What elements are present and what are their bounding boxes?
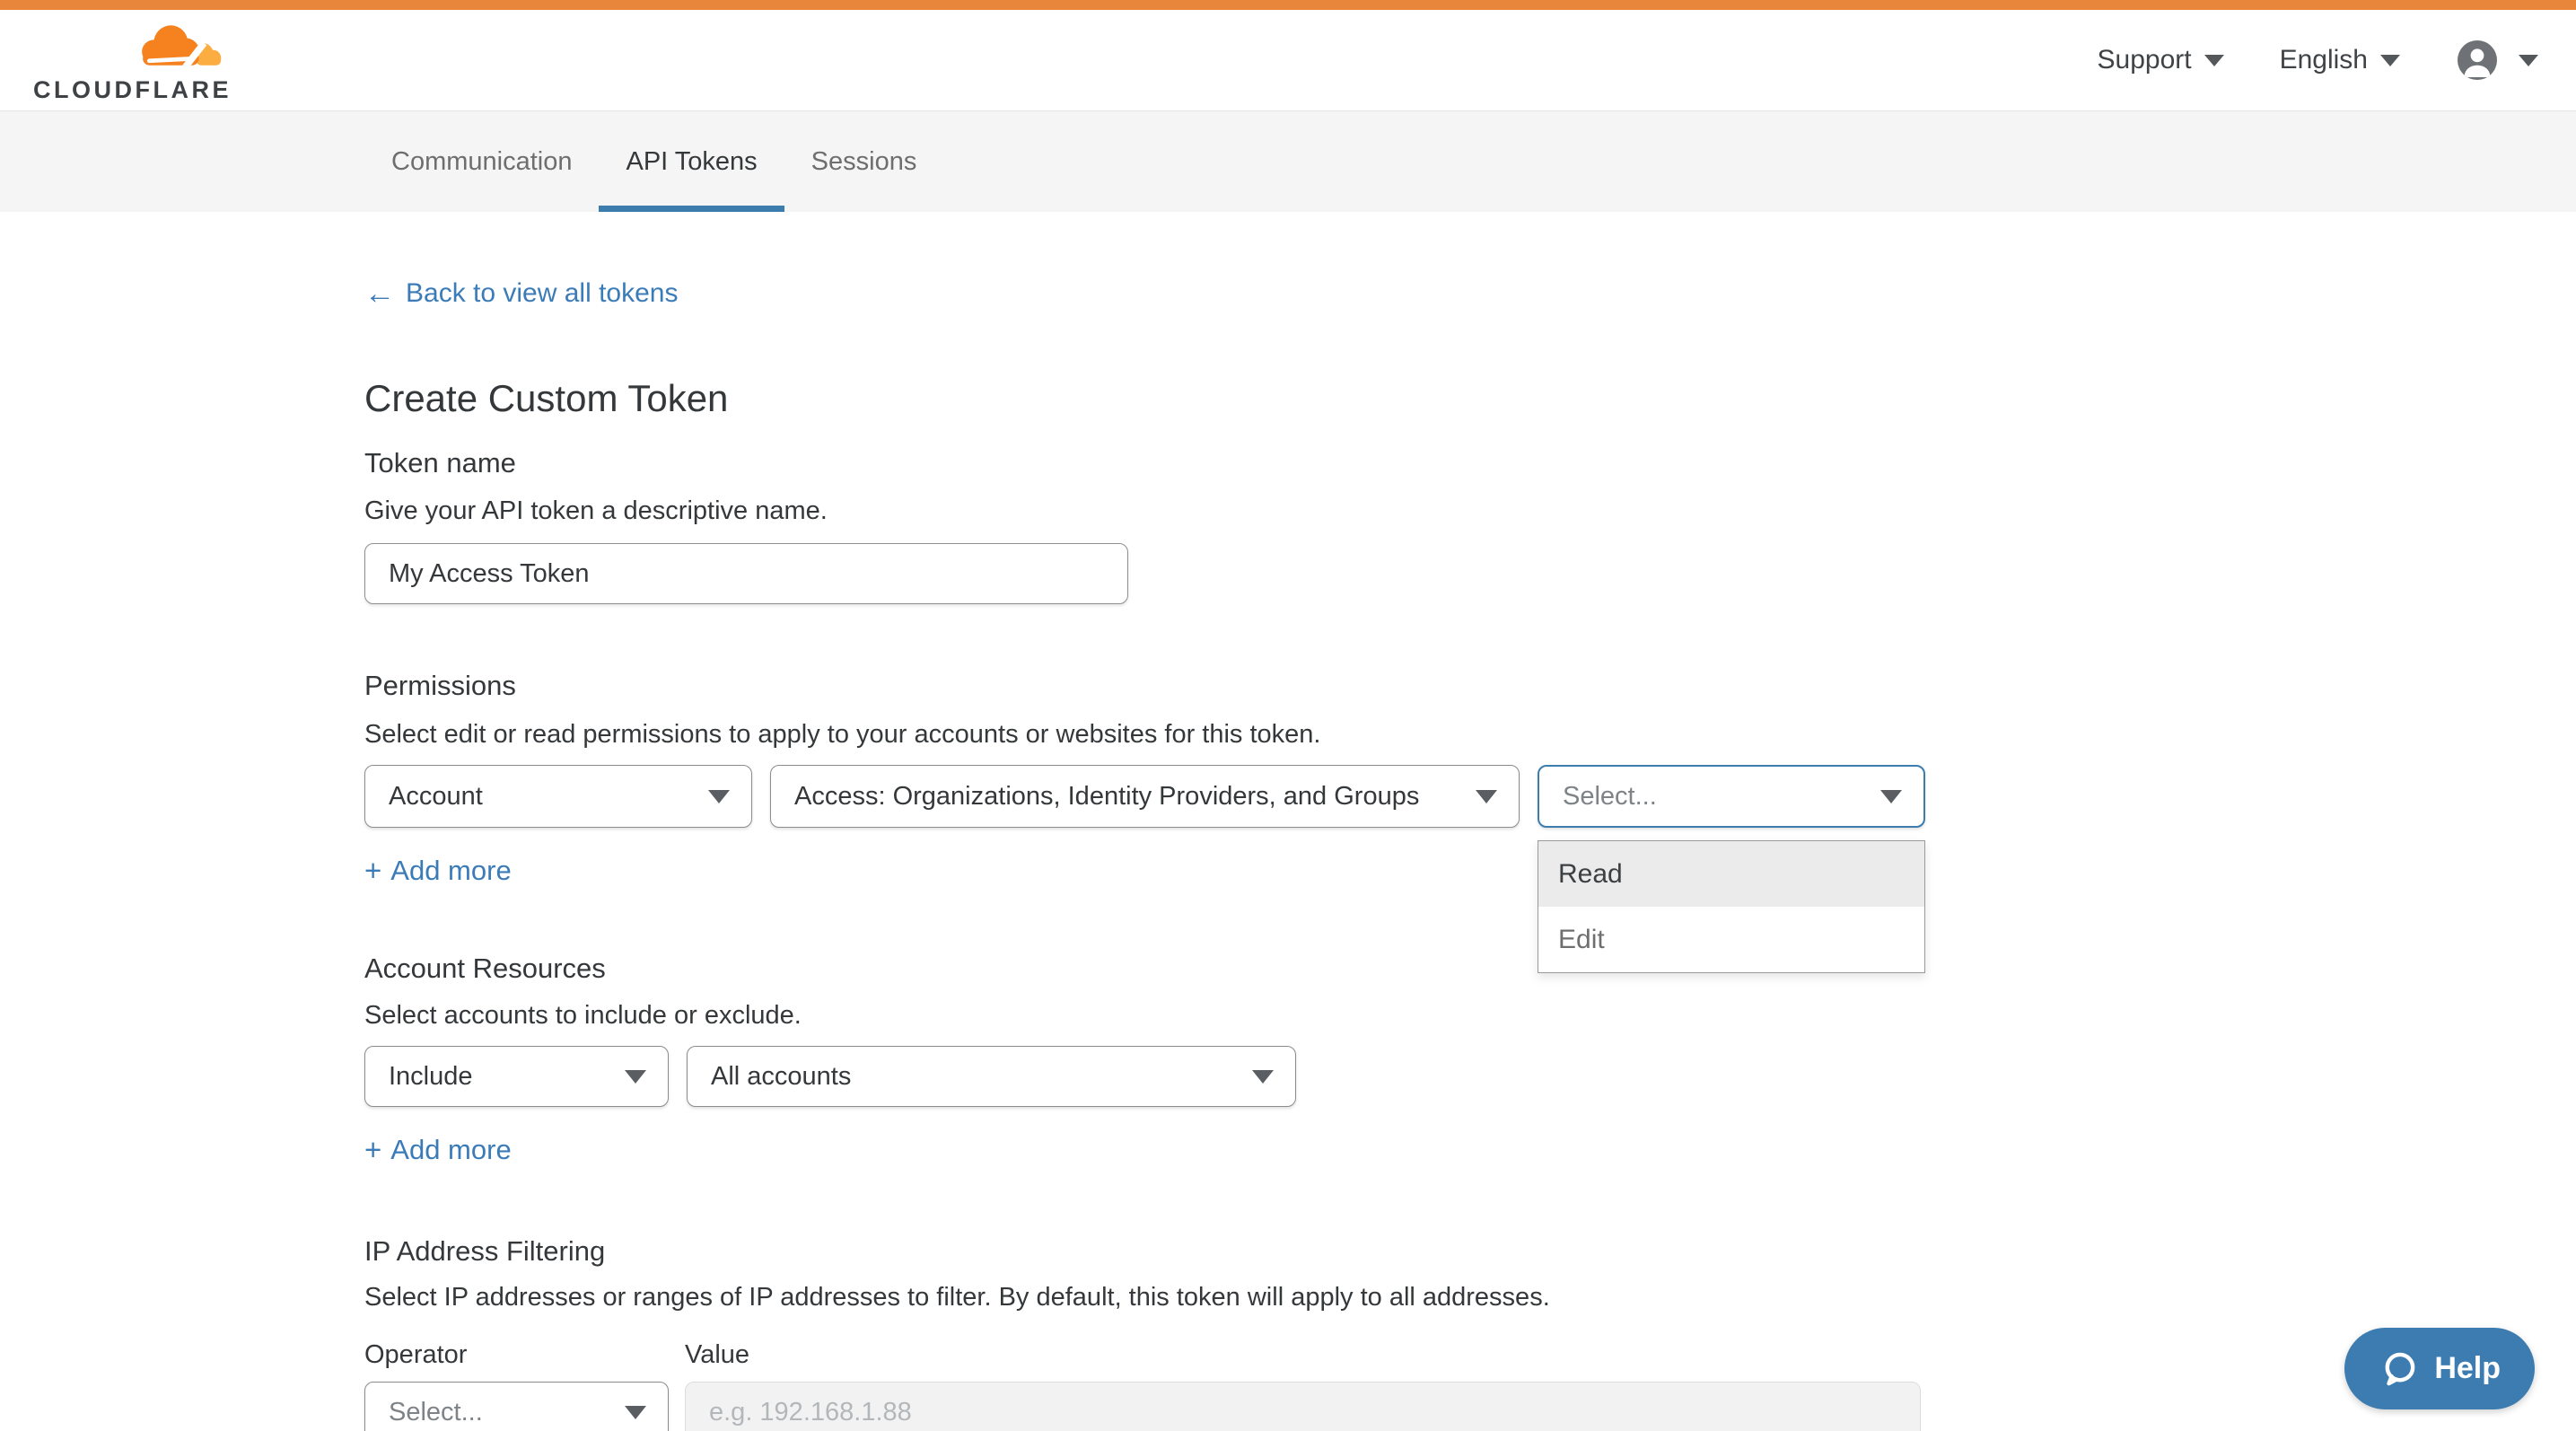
menu-option-edit[interactable]: Edit bbox=[1538, 907, 1924, 972]
chevron-down-icon bbox=[2380, 55, 2400, 66]
back-link-label: Back to view all tokens bbox=[406, 277, 678, 311]
plus-icon: + bbox=[364, 1137, 381, 1163]
permissions-heading: Permissions bbox=[364, 669, 2576, 702]
chat-bubble-icon bbox=[2379, 1348, 2420, 1390]
cloudflare-cloud-icon bbox=[128, 17, 223, 75]
account-resources-section: Account Resources Select accounts to inc… bbox=[364, 952, 2576, 1166]
header-nav: Support English bbox=[2098, 39, 2538, 82]
chevron-down-icon bbox=[1476, 790, 1497, 803]
ip-filtering-row: Select... bbox=[364, 1382, 2576, 1431]
ip-filtering-labels: Operator Value bbox=[364, 1340, 2576, 1370]
resources-add-more-link[interactable]: + Add more bbox=[364, 1134, 512, 1166]
resource-accounts-value: All accounts bbox=[711, 1062, 851, 1092]
tab-api-tokens[interactable]: API Tokens bbox=[599, 111, 784, 212]
ip-value-input bbox=[685, 1382, 1921, 1431]
ip-filtering-description: Select IP addresses or ranges of IP addr… bbox=[364, 1282, 2576, 1313]
chevron-down-icon bbox=[1252, 1070, 1274, 1084]
cloudflare-wordmark: CLOUDFLARE bbox=[33, 76, 223, 104]
language-menu[interactable]: English bbox=[2280, 45, 2400, 75]
permissions-add-more-link[interactable]: + Add more bbox=[364, 855, 512, 887]
token-name-input[interactable] bbox=[364, 543, 1128, 604]
cloudflare-logo[interactable]: CLOUDFLARE bbox=[33, 17, 223, 104]
chevron-down-icon bbox=[1880, 790, 1902, 803]
account-resources-heading: Account Resources bbox=[364, 952, 2576, 985]
chevron-down-icon bbox=[625, 1070, 646, 1084]
resource-accounts-select[interactable]: All accounts bbox=[687, 1046, 1296, 1107]
permission-level-select-wrap: Select... Read Edit bbox=[1538, 765, 1925, 828]
account-menu[interactable] bbox=[2456, 39, 2538, 82]
ip-operator-value: Select... bbox=[389, 1398, 483, 1427]
permission-scope-value: Account bbox=[389, 782, 483, 812]
value-label: Value bbox=[685, 1340, 749, 1370]
tab-communication[interactable]: Communication bbox=[364, 111, 599, 212]
token-name-section: Token name Give your API token a descrip… bbox=[364, 446, 2576, 604]
support-label: Support bbox=[2098, 45, 2192, 75]
chevron-down-icon bbox=[2519, 55, 2538, 66]
menu-option-read[interactable]: Read bbox=[1538, 841, 1924, 907]
ip-filtering-section: IP Address Filtering Select IP addresses… bbox=[364, 1234, 2576, 1431]
plus-icon: + bbox=[364, 857, 381, 884]
help-button[interactable]: Help bbox=[2344, 1328, 2535, 1409]
help-button-label: Help bbox=[2434, 1351, 2501, 1386]
header: CLOUDFLARE Support English bbox=[0, 10, 2576, 110]
permission-level-select[interactable]: Select... bbox=[1538, 765, 1925, 828]
chevron-down-icon bbox=[708, 790, 730, 803]
ip-operator-select[interactable]: Select... bbox=[364, 1382, 669, 1431]
account-resources-description: Select accounts to include or exclude. bbox=[364, 1000, 2576, 1032]
add-more-label: Add more bbox=[390, 855, 511, 887]
main-content: ← Back to view all tokens Create Custom … bbox=[0, 212, 2576, 1431]
permission-group-value: Access: Organizations, Identity Provider… bbox=[794, 782, 1419, 812]
permission-scope-select[interactable]: Account bbox=[364, 765, 752, 828]
resource-operator-select[interactable]: Include bbox=[364, 1046, 669, 1107]
permission-level-dropdown-menu: Read Edit bbox=[1538, 840, 1925, 973]
language-label: English bbox=[2280, 45, 2368, 75]
token-name-heading: Token name bbox=[364, 446, 2576, 479]
chevron-down-icon bbox=[625, 1406, 646, 1419]
permissions-select-row: Account Access: Organizations, Identity … bbox=[364, 765, 2576, 828]
user-avatar-icon bbox=[2456, 39, 2499, 82]
add-more-label: Add more bbox=[390, 1134, 511, 1166]
resource-operator-value: Include bbox=[389, 1062, 473, 1092]
permissions-section: Permissions Select edit or read permissi… bbox=[364, 669, 2576, 887]
brand-accent-bar bbox=[0, 0, 2576, 10]
permission-group-select[interactable]: Access: Organizations, Identity Provider… bbox=[770, 765, 1520, 828]
account-resources-select-row: Include All accounts bbox=[364, 1046, 2576, 1107]
chevron-down-icon bbox=[2204, 55, 2224, 66]
back-to-tokens-link[interactable]: ← Back to view all tokens bbox=[364, 277, 678, 311]
ip-filtering-heading: IP Address Filtering bbox=[364, 1234, 2576, 1268]
tab-sessions[interactable]: Sessions bbox=[784, 111, 944, 212]
profile-tabbar: Communication API Tokens Sessions bbox=[0, 110, 2576, 212]
permission-level-value: Select... bbox=[1563, 782, 1657, 812]
support-menu[interactable]: Support bbox=[2098, 45, 2224, 75]
permissions-description: Select edit or read permissions to apply… bbox=[364, 719, 2576, 751]
left-arrow-icon: ← bbox=[364, 280, 395, 307]
page-title: Create Custom Token bbox=[364, 377, 2576, 419]
operator-label: Operator bbox=[364, 1340, 685, 1370]
token-name-description: Give your API token a descriptive name. bbox=[364, 496, 2576, 527]
